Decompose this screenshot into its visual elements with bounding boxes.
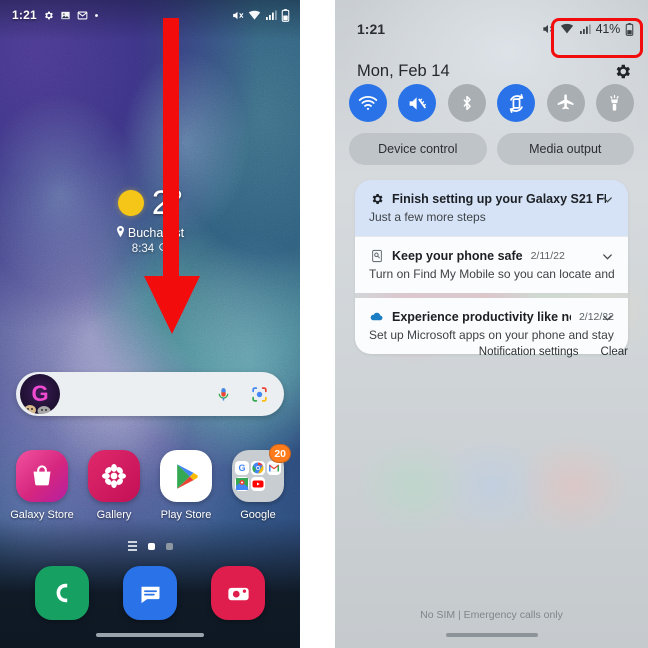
signal-icon [265, 9, 277, 21]
notification-header: Experience productivity like never b.. 2… [369, 309, 614, 324]
gear-icon [369, 191, 384, 206]
toggle-wifi[interactable] [349, 84, 387, 122]
panel-divider [300, 0, 335, 648]
notification-badge: 20 [269, 444, 291, 463]
app-label: Google [240, 509, 276, 521]
play-store-icon[interactable] [160, 450, 212, 502]
quick-panel-chips: Device control Media output [349, 133, 634, 165]
google-folder-icon[interactable]: G 20 [232, 444, 291, 502]
notification-header: Keep your phone safe 2/11/22 [369, 248, 614, 263]
red-down-arrow [144, 18, 200, 334]
folder-app-chrome-icon [251, 461, 265, 475]
toggle-sound-mute[interactable] [398, 84, 437, 122]
folder-app-google-icon: G [235, 461, 249, 475]
quick-panel-date: Mon, Feb 14 [357, 61, 450, 80]
right-status-icons: 41% [541, 22, 634, 36]
app-label: Gallery [96, 509, 132, 521]
google-g-logo: G [20, 374, 60, 414]
chevron-down-icon[interactable] [600, 310, 615, 330]
notification-body: Just a few more steps [369, 210, 486, 224]
notification-header: Finish setting up your Galaxy S21 FE 5G [369, 191, 614, 206]
dock-camera[interactable] [211, 566, 265, 620]
notification-body: Turn on Find My Mobile so you can locate… [369, 267, 614, 281]
app-label: Play Store [160, 509, 212, 521]
gallery-icon[interactable] [88, 450, 140, 502]
dock-messages[interactable] [123, 566, 177, 620]
battery-percentage: 41% [595, 22, 621, 36]
microsoft-cloud-icon [369, 309, 384, 324]
folder-app-gmail-icon [267, 461, 281, 475]
right-status-time: 1:21 [357, 21, 386, 37]
right-status-bar: 1:21 41% [335, 0, 648, 58]
screenshot-root: 1:21 Bucharest 8:34 G Galaxy Store Galle… [0, 0, 648, 648]
toggle-auto-rotate[interactable] [497, 84, 536, 122]
find-my-mobile-icon [369, 248, 384, 263]
navigation-bar-handle[interactable] [96, 633, 204, 637]
left-status-bar-right-group [231, 8, 290, 22]
google-lens-icon[interactable] [246, 381, 272, 407]
page-dot[interactable] [165, 542, 173, 550]
mute-icon [231, 9, 244, 22]
toggle-bluetooth[interactable] [447, 84, 486, 122]
device-control-button[interactable]: Device control [349, 133, 487, 165]
quick-settings-toggles [349, 84, 634, 122]
left-phone-home-screen: 1:21 Bucharest 8:34 G Galaxy Store Galle… [0, 0, 300, 648]
right-phone-quick-panel: 1:21 41% Mon, Feb 14 Device control Medi… [335, 0, 648, 648]
battery-icon [281, 8, 290, 22]
app-list-icon[interactable] [127, 541, 137, 551]
quick-panel-date-row: Mon, Feb 14 [357, 56, 632, 86]
device-control-label: Device control [378, 142, 458, 156]
notification-settings-button[interactable]: Notification settings [479, 346, 579, 358]
gear-icon[interactable] [613, 62, 632, 81]
toggle-airplane-mode[interactable] [546, 84, 585, 122]
app-gallery[interactable]: Gallery [82, 450, 146, 521]
pin-icon [116, 226, 125, 240]
notification-title: Experience productivity like never b.. [392, 309, 571, 324]
dot-icon [94, 13, 99, 18]
sim-status-text: No SIM | Emergency calls only [420, 609, 563, 621]
notification-item[interactable]: Keep your phone safe 2/11/22 Turn on Fin… [355, 236, 628, 293]
notification-body: Set up Microsoft apps on your phone and … [369, 328, 614, 342]
left-status-bar-left-group: 1:21 [12, 8, 99, 22]
folder-app-youtube-icon [251, 477, 265, 491]
page-dot-active[interactable] [147, 542, 155, 550]
media-output-label: Media output [529, 142, 602, 156]
folder-preview-grid: G [235, 461, 281, 491]
media-output-button[interactable]: Media output [496, 133, 634, 165]
left-status-time: 1:21 [12, 8, 37, 22]
doodle-art [24, 405, 51, 414]
galaxy-store-icon[interactable] [16, 450, 68, 502]
folder-app-maps-icon [235, 477, 249, 491]
google-search-bar[interactable]: G [16, 372, 284, 416]
wifi-icon [248, 9, 261, 22]
app-grid: Galaxy Store Gallery Play Store G 20 Goo… [0, 444, 300, 521]
microphone-icon[interactable] [210, 381, 236, 407]
app-google-folder[interactable]: G 20 Google [226, 444, 291, 521]
notification-title: Keep your phone safe [392, 248, 523, 263]
notification-list: Finish setting up your Galaxy S21 FE 5G … [355, 180, 628, 354]
folder-app-empty [267, 477, 281, 491]
app-galaxy-store[interactable]: Galaxy Store [10, 450, 74, 521]
chevron-down-icon[interactable] [600, 192, 615, 212]
notification-title: Finish setting up your Galaxy S21 FE 5G [392, 191, 606, 206]
chevron-down-icon[interactable] [600, 249, 615, 269]
notification-date: 2/11/22 [530, 249, 565, 262]
battery-icon [625, 22, 634, 36]
photo-icon [60, 10, 71, 21]
page-indicator [0, 541, 300, 551]
signal-icon [579, 23, 591, 35]
gmail-icon [77, 10, 88, 21]
dock [0, 566, 300, 620]
clear-notifications-button[interactable]: Clear [601, 346, 628, 358]
dock-phone[interactable] [35, 566, 89, 620]
navigation-bar-handle[interactable] [445, 633, 538, 637]
gear-icon [43, 10, 54, 21]
app-play-store[interactable]: Play Store [154, 450, 218, 521]
wifi-icon [560, 22, 574, 36]
notification-footer: Notification settings Clear [355, 346, 628, 358]
toggle-flashlight[interactable] [595, 84, 634, 122]
mute-icon [541, 22, 555, 36]
notification-item[interactable]: Finish setting up your Galaxy S21 FE 5G … [355, 180, 628, 236]
app-label: Galaxy Store [10, 509, 74, 521]
